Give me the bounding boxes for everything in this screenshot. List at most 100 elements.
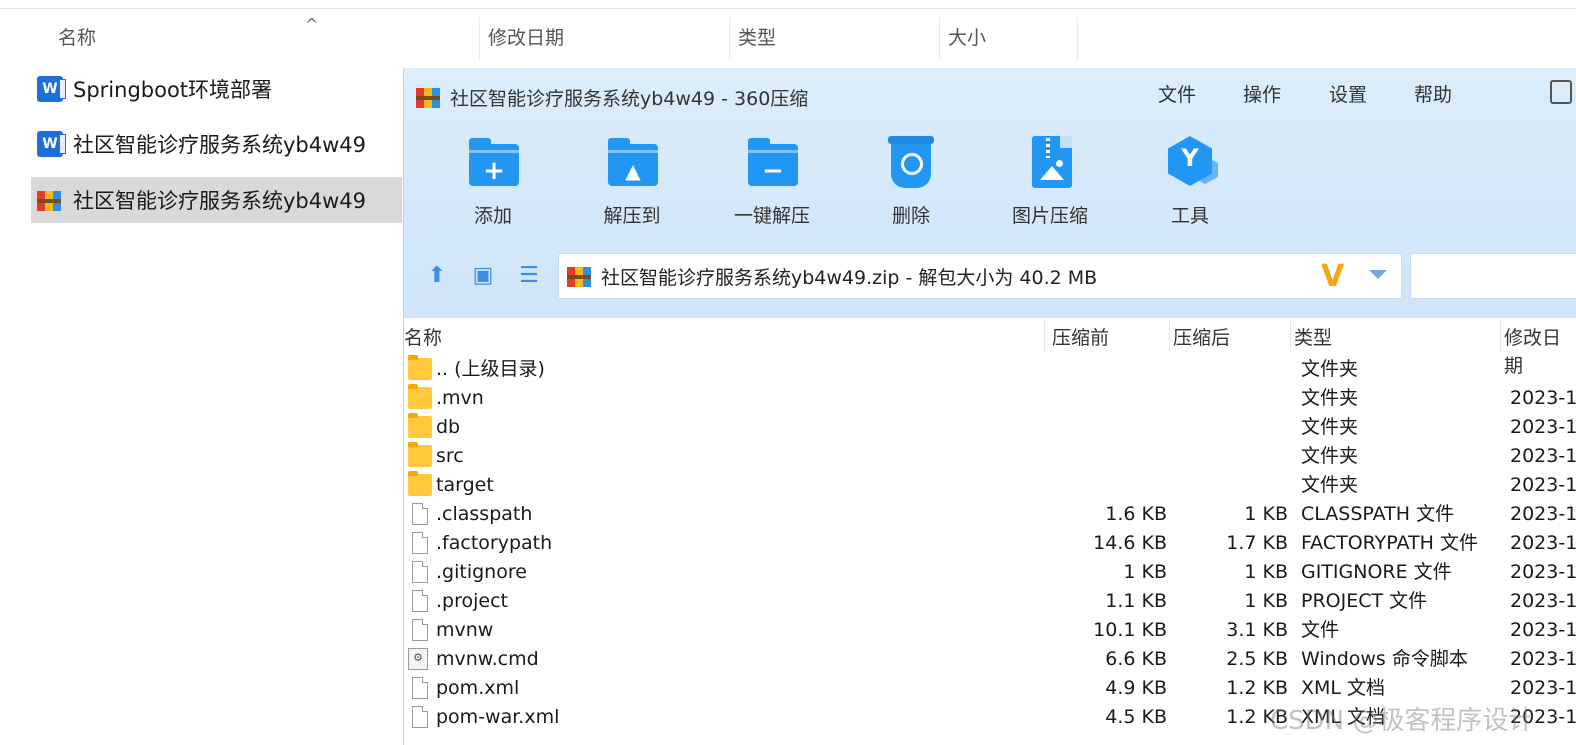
row-type: 文件夹 xyxy=(1301,474,1359,496)
header-divider xyxy=(1044,320,1045,352)
one-click-extract-button[interactable]: − 一键解压 xyxy=(712,136,832,228)
menu-settings[interactable]: 设置 xyxy=(1329,80,1367,107)
row-date: 2023-1 xyxy=(1510,561,1576,583)
row-type: 文件夹 xyxy=(1301,416,1359,438)
watermark: CSDN @极客程序设计 xyxy=(1270,706,1535,736)
list-row[interactable]: .factorypath 14.6 KB 1.7 KB FACTORYPATH … xyxy=(404,529,1576,558)
thumbnail-view-icon[interactable]: ▣ xyxy=(470,263,496,289)
row-size-before: 6.6 KB xyxy=(1105,648,1167,670)
row-date: 2023-1 xyxy=(1510,677,1576,699)
explorer-item[interactable]: W 社区智能诊疗服务系统yb4w49 xyxy=(31,121,402,167)
row-type: CLASSPATH 文件 xyxy=(1301,503,1455,525)
search-input[interactable] xyxy=(1410,253,1576,299)
header-size-after[interactable]: 压缩后 xyxy=(1173,324,1230,352)
list-row[interactable]: .project 1.1 KB 1 KB PROJECT 文件 2023-1 xyxy=(404,587,1576,616)
folder-icon xyxy=(408,471,432,496)
row-name: pom-war.xml xyxy=(436,706,560,728)
file-list-header: 名称 压缩前 压缩后 类型 修改日期 xyxy=(404,320,1576,377)
explorer-item-selected[interactable]: 社区智能诊疗服务系统yb4w49 xyxy=(31,177,402,223)
explorer-item-label: 社区智能诊疗服务系统yb4w49 xyxy=(73,189,367,213)
extract-to-button[interactable]: ▲ 解压到 xyxy=(572,136,692,228)
row-date: 2023-1 xyxy=(1510,445,1576,467)
header-size-before[interactable]: 压缩前 xyxy=(1052,324,1109,352)
row-type: PROJECT 文件 xyxy=(1301,590,1428,612)
window-title: 社区智能诊疗服务系统yb4w49 - 360压缩 xyxy=(450,87,809,110)
row-size-after: 1.2 KB xyxy=(1226,677,1288,699)
file-icon xyxy=(412,590,428,612)
header-date[interactable]: 修改日期 xyxy=(1504,324,1576,377)
explorer-column-header: 名称 ^ 修改日期 类型 大小 xyxy=(0,8,1576,59)
extract-to-icon: ▲ xyxy=(604,136,660,192)
row-type: Windows 命令脚本 xyxy=(1301,648,1468,670)
skin-icon[interactable] xyxy=(1550,80,1572,104)
file-icon xyxy=(412,706,428,728)
row-name: pom.xml xyxy=(436,677,520,699)
add-folder-icon: + xyxy=(465,136,521,192)
one-click-extract-label: 一键解压 xyxy=(733,205,810,227)
row-name: mvnw xyxy=(436,619,494,641)
list-row[interactable]: mvnw 10.1 KB 3.1 KB 文件 2023-1 xyxy=(404,616,1576,645)
up-arrow-icon[interactable]: ⬆ xyxy=(424,263,450,289)
column-size[interactable]: 大小 xyxy=(940,17,1078,59)
list-row[interactable]: target 文件夹 2023-1 xyxy=(404,471,1576,500)
list-row[interactable]: pom.xml 4.9 KB 1.2 KB XML 文档 2023-1 xyxy=(404,674,1576,703)
menu-help[interactable]: 帮助 xyxy=(1414,80,1452,107)
file-icon xyxy=(412,503,428,525)
row-name: src xyxy=(436,445,464,467)
word-doc-icon: W xyxy=(37,76,66,102)
explorer-item[interactable]: W Springboot环境部署 xyxy=(31,66,402,112)
header-divider xyxy=(1500,320,1501,352)
delete-button[interactable]: 删除 xyxy=(851,136,971,228)
row-name: db xyxy=(436,416,461,438)
address-bar[interactable]: 社区智能诊疗服务系统yb4w49.zip - 解包大小为 40.2 MB V xyxy=(558,253,1402,299)
tools-button[interactable]: Y 工具 xyxy=(1130,136,1250,228)
row-date: 2023-1 xyxy=(1510,648,1576,670)
list-row[interactable]: ⚙ mvnw.cmd 6.6 KB 2.5 KB Windows 命令脚本 20… xyxy=(404,645,1576,674)
row-size-after: 1.7 KB xyxy=(1226,532,1288,554)
column-name[interactable]: 名称 ^ xyxy=(50,15,480,59)
row-type: 文件 xyxy=(1301,619,1340,641)
row-name: .gitignore xyxy=(436,561,527,583)
explorer-item-label: 社区智能诊疗服务系统yb4w49 xyxy=(73,133,367,157)
list-row[interactable]: src 文件夹 2023-1 xyxy=(404,442,1576,471)
image-compress-label: 图片压缩 xyxy=(1011,205,1088,227)
row-type: 文件夹 xyxy=(1301,445,1359,467)
archive-window: 社区智能诊疗服务系统yb4w49 - 360压缩 文件 操作 设置 帮助 + 添… xyxy=(403,68,1576,745)
list-row[interactable]: .gitignore 1 KB 1 KB GITIGNORE 文件 2023-1 xyxy=(404,558,1576,587)
row-size-before: 4.9 KB xyxy=(1105,677,1167,699)
row-type: FACTORYPATH 文件 xyxy=(1301,532,1478,554)
word-doc-icon: W xyxy=(37,131,66,157)
address-text: 社区智能诊疗服务系统yb4w49.zip - 解包大小为 40.2 MB xyxy=(601,266,1098,289)
add-button[interactable]: + 添加 xyxy=(433,136,553,228)
row-size-before: 1.6 KB xyxy=(1105,503,1167,525)
list-row[interactable]: .mvn 文件夹 2023-1 xyxy=(404,384,1576,413)
script-gear-icon: ⚙ xyxy=(408,648,428,670)
menu-operation[interactable]: 操作 xyxy=(1243,80,1281,107)
list-row[interactable]: db 文件夹 2023-1 xyxy=(404,413,1576,442)
header-type[interactable]: 类型 xyxy=(1294,324,1332,352)
file-icon xyxy=(412,619,428,641)
vip-badge-icon[interactable]: V xyxy=(1321,262,1351,292)
tools-label: 工具 xyxy=(1170,205,1209,227)
file-icon xyxy=(412,677,428,699)
menu-file[interactable]: 文件 xyxy=(1158,80,1196,107)
row-name: mvnw.cmd xyxy=(436,648,539,670)
header-name[interactable]: 名称 xyxy=(404,324,442,352)
column-modified-date[interactable]: 修改日期 xyxy=(480,17,730,59)
row-date: 2023-1 xyxy=(1510,619,1576,641)
row-type: 文件夹 xyxy=(1301,358,1359,380)
row-size-after: 2.5 KB xyxy=(1226,648,1288,670)
row-size-before: 1 KB xyxy=(1123,561,1167,583)
list-view-icon[interactable]: ☰ xyxy=(516,263,542,289)
row-date: 2023-1 xyxy=(1510,503,1576,525)
column-type[interactable]: 类型 xyxy=(730,17,940,59)
app-logo-icon xyxy=(416,84,442,110)
image-compress-button[interactable]: 图片压缩 xyxy=(990,136,1110,228)
chevron-down-icon[interactable] xyxy=(1369,270,1387,279)
list-row[interactable]: .classpath 1.6 KB 1 KB CLASSPATH 文件 2023… xyxy=(404,500,1576,529)
folder-icon xyxy=(408,355,432,380)
row-size-before: 1.1 KB xyxy=(1105,590,1167,612)
explorer-item-label: Springboot环境部署 xyxy=(73,78,273,102)
window-topbar: 社区智能诊疗服务系统yb4w49 - 360压缩 文件 操作 设置 帮助 + 添… xyxy=(404,68,1576,318)
list-row-parent[interactable]: .. (上级目录) 文件夹 xyxy=(404,355,1576,384)
